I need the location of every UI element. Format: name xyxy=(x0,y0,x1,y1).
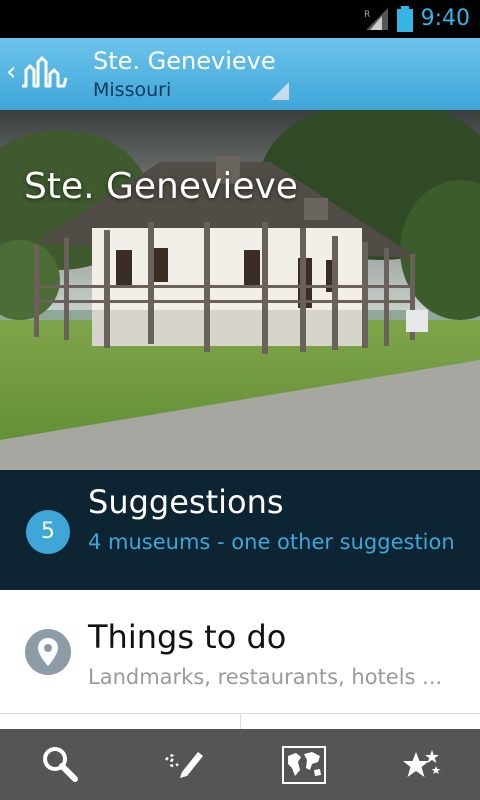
favorites-button[interactable] xyxy=(360,729,480,800)
status-bar: R 9:40 xyxy=(0,0,480,38)
suggestions-row[interactable]: 5 Suggestions 4 museums - one other sugg… xyxy=(0,470,480,590)
location-pin-icon xyxy=(25,629,71,675)
up-navigation-icon[interactable]: ‹ xyxy=(6,58,16,86)
notes-button[interactable] xyxy=(120,729,240,800)
suggestions-subtitle: 4 museums - one other suggestion xyxy=(88,530,455,554)
clock: 9:40 xyxy=(420,6,470,31)
things-to-do-subtitle: Landmarks, restaurants, hotels ... xyxy=(88,665,443,689)
world-map-icon xyxy=(282,746,326,784)
things-to-do-row[interactable]: Things to do Landmarks, restaurants, hot… xyxy=(0,591,480,714)
favorites-stars-icon xyxy=(403,750,441,777)
search-button[interactable] xyxy=(0,729,120,800)
location-title[interactable]: Ste. Genevieve xyxy=(93,46,276,76)
map-button[interactable] xyxy=(240,729,360,800)
search-icon xyxy=(43,747,78,782)
signal-icon: R xyxy=(364,8,388,30)
suggestions-count-badge: 5 xyxy=(26,510,70,554)
things-to-do-title: Things to do xyxy=(88,618,287,656)
suggestions-title: Suggestions xyxy=(88,483,284,521)
svg-text:R: R xyxy=(364,10,370,20)
location-subtitle[interactable]: Missouri xyxy=(93,79,171,101)
dropdown-indicator-icon[interactable] xyxy=(271,82,289,100)
hero-image: Ste. Genevieve xyxy=(0,110,480,470)
notes-pencil-icon xyxy=(164,752,203,778)
battery-icon xyxy=(397,6,413,32)
divider xyxy=(240,713,241,729)
app-logo-icon[interactable] xyxy=(20,56,68,92)
action-bar: ‹ Ste. Genevieve Missouri xyxy=(0,38,480,112)
bottom-navigation xyxy=(0,729,480,800)
historic-house-image xyxy=(0,110,480,470)
hero-title: Ste. Genevieve xyxy=(24,166,298,207)
